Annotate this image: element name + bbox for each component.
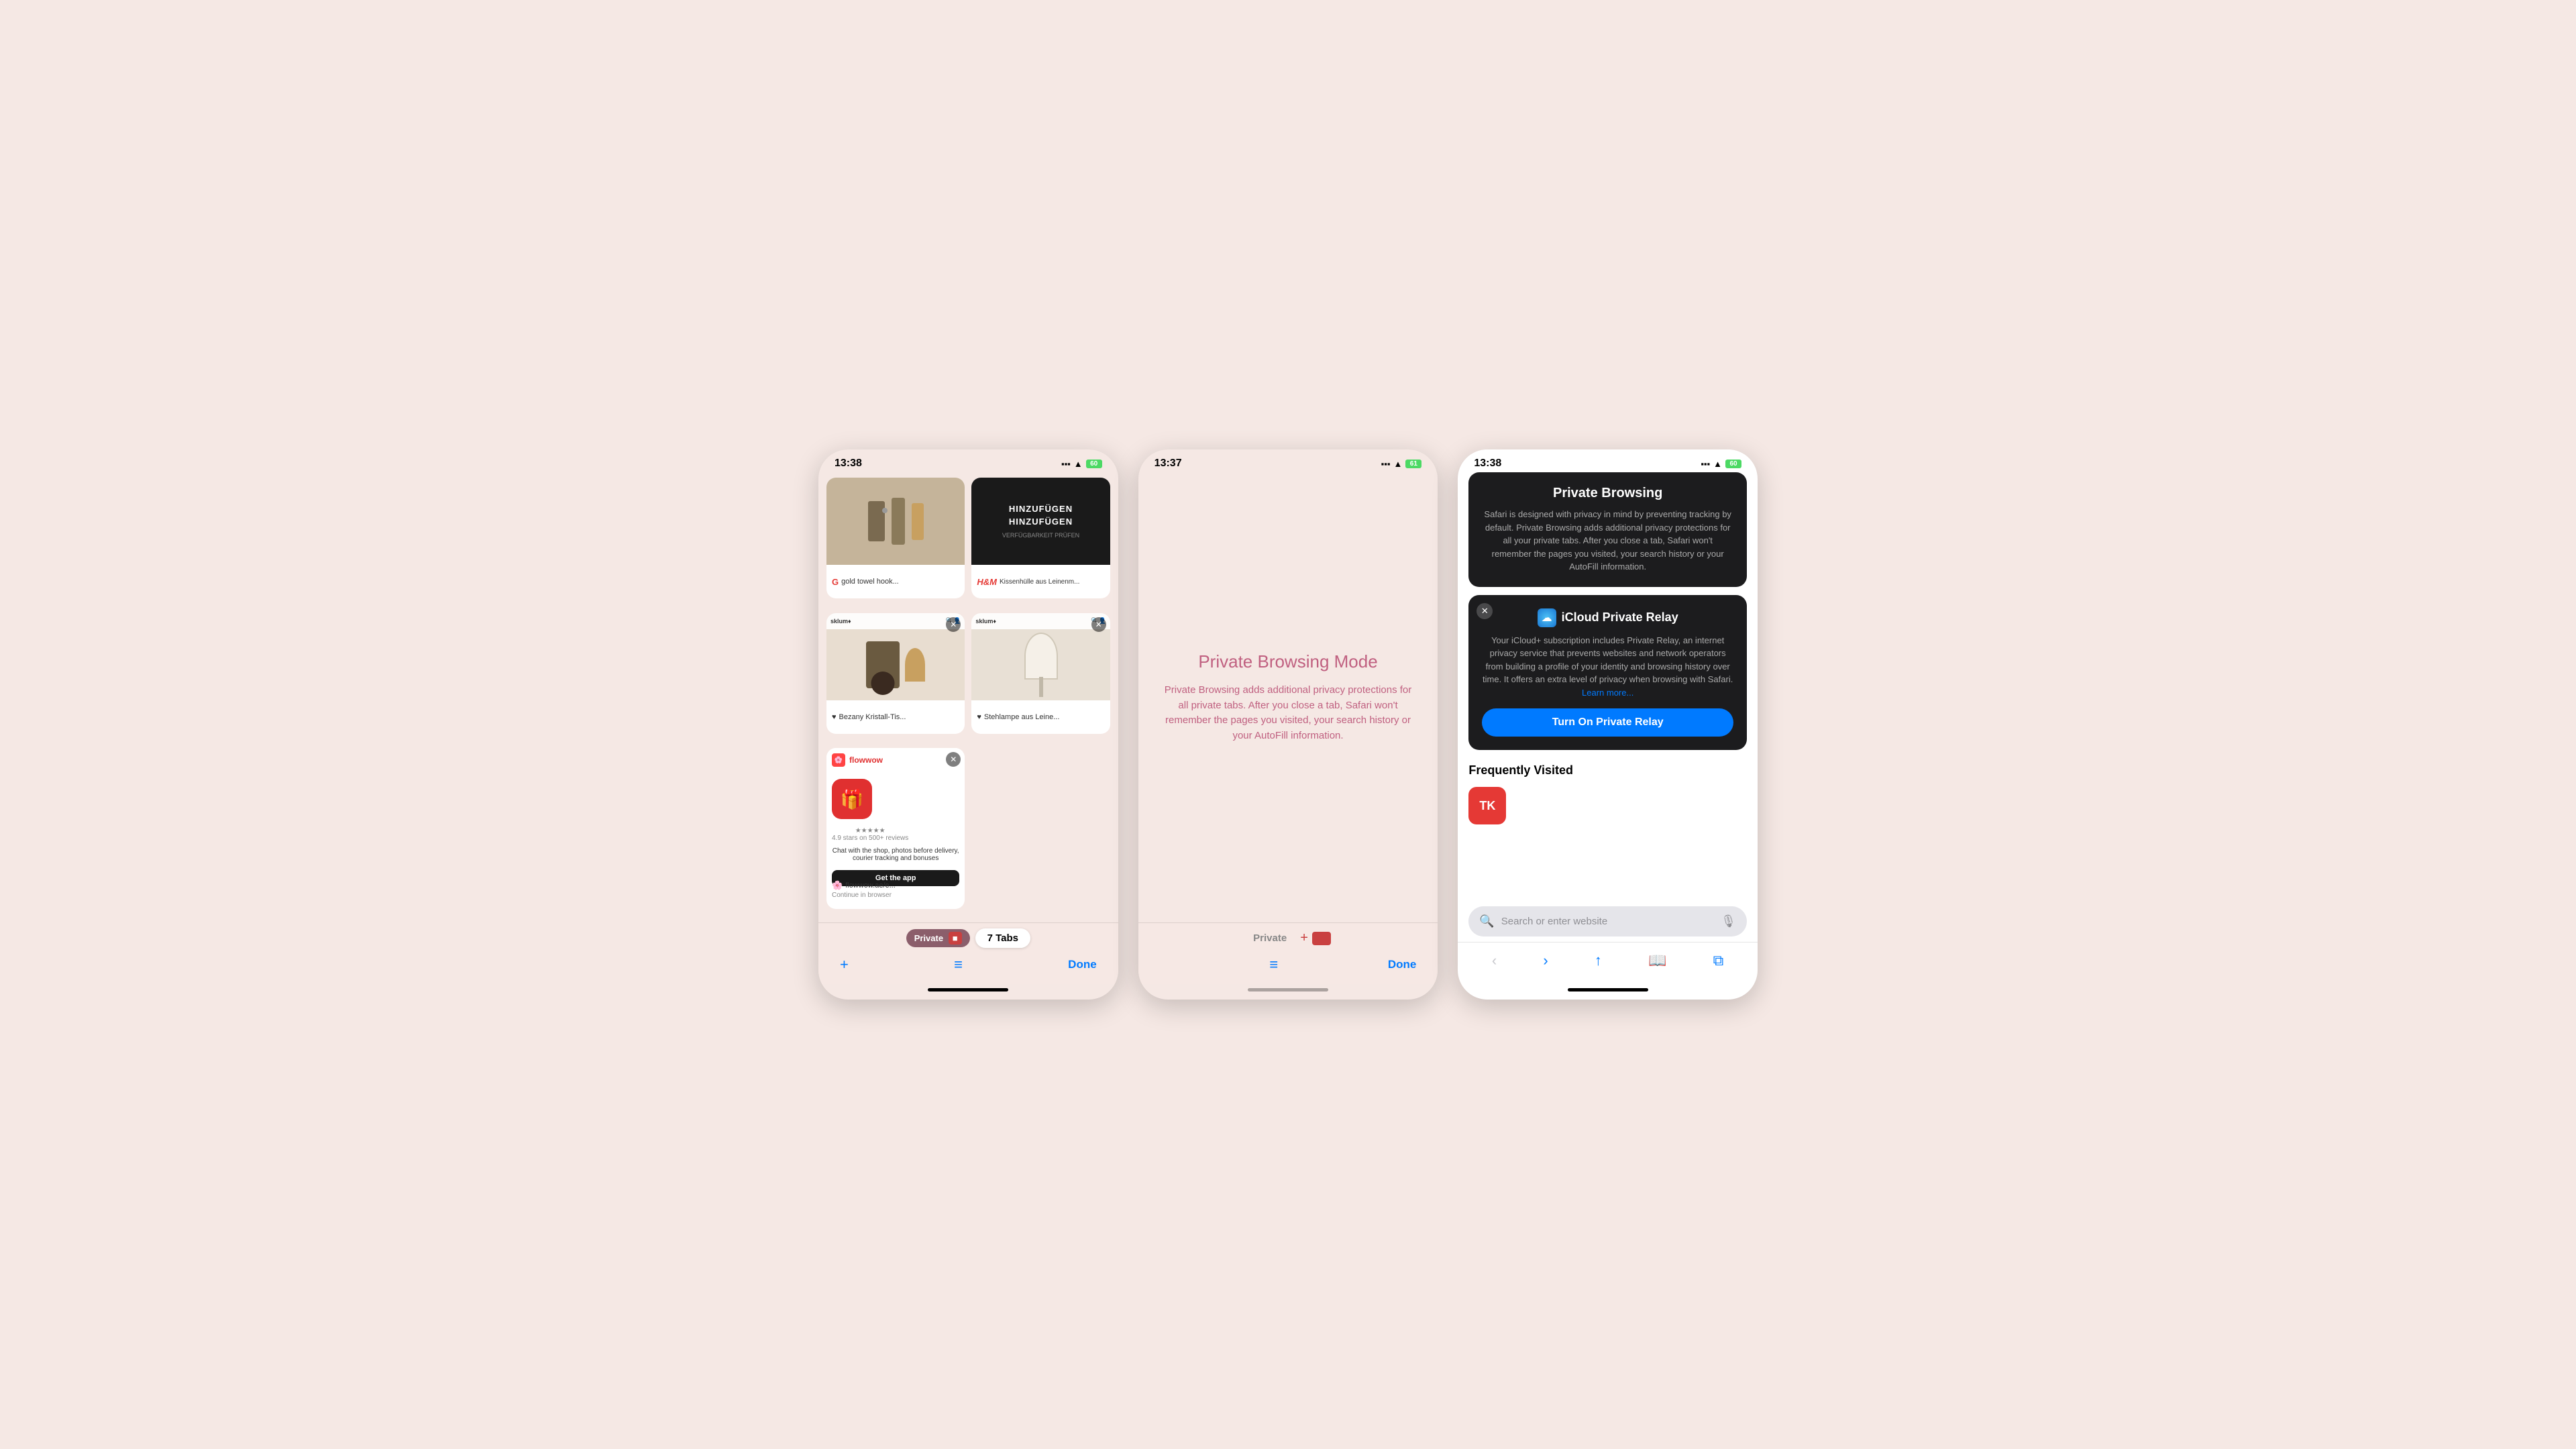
- tab-card-label-2: H&M Kissenhülle aus Leinenm...: [971, 565, 1110, 598]
- status-bar-2: 13:37 ▪▪▪ ▲ 61: [1138, 449, 1438, 472]
- tab-card-label-4: ♥ Stehlampe aus Leine...: [971, 700, 1110, 734]
- tabs-btn[interactable]: ⧉: [1709, 948, 1728, 973]
- icloud-card-desc: Your iCloud+ subscription includes Priva…: [1482, 634, 1733, 700]
- tab-list-btn-2[interactable]: ≡: [1269, 956, 1278, 973]
- bottom-actions-2: ≡ Done: [1149, 953, 1428, 976]
- private-browsing-title: Private Browsing Mode: [1198, 651, 1377, 672]
- flowwow-continue: Continue in browser: [832, 892, 892, 899]
- tab-card-3[interactable]: ✕ sklum♦ 🔍👤 ♥ Bezany Kristall: [826, 613, 965, 734]
- close-icon-4[interactable]: ✕: [1091, 617, 1106, 632]
- battery-icon-3: 60: [1725, 460, 1741, 468]
- done-btn-2[interactable]: Done: [1388, 958, 1417, 971]
- wifi-icon-1: ▲: [1074, 459, 1083, 469]
- status-icons-2: ▪▪▪ ▲ 61: [1381, 459, 1422, 469]
- done-btn-1[interactable]: Done: [1068, 958, 1097, 971]
- home-indicator-3: [1568, 988, 1648, 991]
- tab-card-label-3: ♥ Bezany Kristall-Tis...: [826, 700, 965, 734]
- tab-card-2[interactable]: HINZUFÜGEN HINZUFÜGEN VERFÜGBARKEIT PRÜF…: [971, 478, 1110, 598]
- heart-icon-4: ♥: [977, 713, 981, 721]
- tab-card-5[interactable]: ✕ 🌸 flowwow 🎁 ★★★★★4.9 stars on 500+ rev…: [826, 748, 965, 909]
- bookmarks-btn[interactable]: 📖: [1644, 948, 1670, 973]
- icloud-card-title: iCloud Private Relay: [1562, 610, 1678, 625]
- home-indicator-1: [928, 988, 1008, 991]
- pb-card-desc: Safari is designed with privacy in mind …: [1482, 508, 1733, 574]
- screen-2-tab-bar: Private +: [1149, 928, 1428, 948]
- screen-3-content: Private Browsing Safari is designed with…: [1458, 472, 1758, 901]
- icloud-relay-card: ✕ ☁ iCloud Private Relay Your iCloud+ su…: [1468, 595, 1747, 751]
- icloud-icon: ☁: [1538, 608, 1556, 627]
- status-icons-1: ▪▪▪ ▲ 60: [1061, 459, 1102, 469]
- private-browsing-card: Private Browsing Safari is designed with…: [1468, 472, 1747, 587]
- home-indicator-2: [1248, 988, 1328, 991]
- google-icon: G: [832, 577, 839, 587]
- search-bar[interactable]: 🔍 Search or enter website 🎙: [1468, 906, 1747, 936]
- screen-2-bottom: Private + ≡ Done: [1138, 922, 1438, 984]
- wifi-icon-2: ▲: [1393, 459, 1402, 469]
- hm-icon: H&M: [977, 577, 997, 587]
- private-indicator: ■: [949, 932, 962, 945]
- bottom-actions: + ≡ Done: [829, 953, 1108, 976]
- back-btn[interactable]: ‹: [1488, 948, 1501, 973]
- tab-card-4[interactable]: ✕ sklum♦ 🔍👤 ♥ Stehlampe aus: [971, 613, 1110, 734]
- screen-icloud-relay: 13:38 ▪▪▪ ▲ 60 Private Browsing Safari i…: [1458, 449, 1758, 1000]
- frequently-visited-title: Frequently Visited: [1468, 758, 1747, 777]
- turn-on-relay-btn[interactable]: Turn On Private Relay: [1482, 708, 1733, 737]
- tk-favicon: TK: [1468, 787, 1506, 824]
- share-btn[interactable]: ↑: [1591, 948, 1606, 973]
- screen-tab-switcher: 13:38 ▪▪▪ ▲ 60: [818, 449, 1118, 1000]
- screens-container: 13:38 ▪▪▪ ▲ 60: [818, 449, 1758, 1000]
- flowwow-icon: 🌸: [832, 880, 843, 891]
- forward-btn[interactable]: ›: [1539, 948, 1552, 973]
- visited-item-tk[interactable]: TK: [1468, 787, 1506, 824]
- frequently-visited-grid: TK: [1468, 787, 1747, 824]
- icloud-card-header: ☁ iCloud Private Relay: [1482, 608, 1733, 627]
- tab-switcher-bar: Private ■ 7 Tabs: [829, 928, 1108, 948]
- status-time-3: 13:38: [1474, 458, 1501, 470]
- flowwow-logo: 🌸: [832, 753, 845, 767]
- pb-card-title: Private Browsing: [1482, 486, 1733, 501]
- private-browsing-content: Private Browsing Mode Private Browsing a…: [1138, 472, 1438, 922]
- flowwow-stars: ★★★★★4.9 stars on 500+ reviews: [832, 827, 908, 842]
- tab-bottom-bar: Private ■ 7 Tabs + ≡ Done: [818, 922, 1118, 984]
- search-placeholder: Search or enter website: [1501, 916, 1714, 927]
- status-bar-3: 13:38 ▪▪▪ ▲ 60: [1458, 449, 1758, 472]
- add-tab-btn-2[interactable]: +: [1300, 930, 1308, 946]
- signal-icon-1: ▪▪▪: [1061, 459, 1071, 469]
- search-icon: 🔍: [1479, 914, 1494, 928]
- status-icons-3: ▪▪▪ ▲ 60: [1701, 459, 1741, 469]
- close-icon-3[interactable]: ✕: [946, 617, 961, 632]
- battery-icon-2: 61: [1405, 460, 1421, 468]
- sklum-logo-3: sklum♦: [830, 618, 851, 625]
- private-badge[interactable]: Private ■: [906, 929, 970, 947]
- battery-icon-1: 60: [1086, 460, 1102, 468]
- private-icon-2: [1312, 932, 1331, 945]
- icloud-card-close-btn[interactable]: ✕: [1477, 603, 1493, 619]
- screen-private-browsing: 13:37 ▪▪▪ ▲ 61 Private Browsing Mode Pri…: [1138, 449, 1438, 1000]
- tab-card-label-1: G gold towel hook...: [826, 565, 965, 598]
- flowwow-text: flowwow: [849, 755, 883, 765]
- browser-toolbar: ‹ › ↑ 📖 ⧉: [1458, 942, 1758, 984]
- heart-icon-3: ♥: [832, 713, 837, 721]
- add-tab-btn[interactable]: +: [840, 956, 849, 973]
- signal-icon-2: ▪▪▪: [1381, 459, 1391, 469]
- tabs-count-btn[interactable]: 7 Tabs: [975, 928, 1030, 948]
- status-time-1: 13:38: [835, 458, 862, 470]
- flowwow-desc: Chat with the shop, photos before delive…: [832, 847, 959, 862]
- tab-grid[interactable]: G gold towel hook... HINZUFÜGEN HINZUFÜG…: [818, 472, 1118, 922]
- status-bar-1: 13:38 ▪▪▪ ▲ 60: [818, 449, 1118, 472]
- private-browsing-desc: Private Browsing adds additional privacy…: [1159, 683, 1418, 743]
- learn-more-link[interactable]: Learn more...: [1582, 688, 1633, 698]
- mic-icon[interactable]: 🎙: [1721, 914, 1736, 928]
- status-time-2: 13:37: [1155, 458, 1182, 470]
- wifi-icon-3: ▲: [1713, 459, 1722, 469]
- private-btn-2[interactable]: Private: [1245, 928, 1295, 948]
- signal-icon-3: ▪▪▪: [1701, 459, 1710, 469]
- sklum-logo-4: sklum♦: [975, 618, 996, 625]
- tab-card-1[interactable]: G gold towel hook...: [826, 478, 965, 598]
- tab-list-btn[interactable]: ≡: [954, 956, 963, 973]
